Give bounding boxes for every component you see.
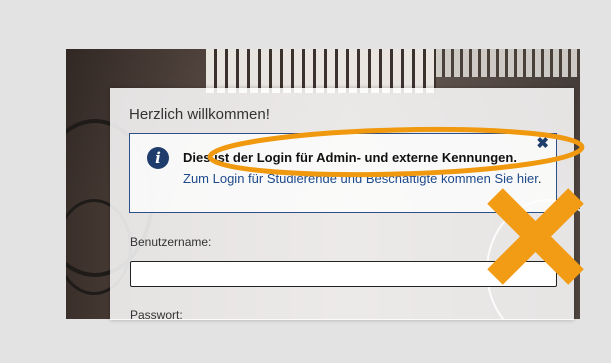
background-window-blinds-right — [436, 49, 580, 77]
password-label: Passwort: — [130, 308, 183, 320]
username-label: Benutzername: — [130, 235, 212, 249]
welcome-heading: Herzlich willkommen! — [129, 106, 270, 123]
login-panel: Herzlich willkommen! i ✖ Dies ist der Lo… — [110, 88, 574, 320]
info-message: Dies ist der Login für Admin- und extern… — [183, 150, 517, 165]
info-link-paragraph: Zum Login für Studierende und Beschäftig… — [183, 169, 543, 188]
info-box: i ✖ Dies ist der Login für Admin- und ex… — [129, 133, 557, 213]
info-icon: i — [147, 147, 169, 169]
info-link-suffix: . — [537, 171, 542, 186]
username-input[interactable] — [130, 261, 557, 287]
employee-login-link[interactable]: Zum Login für Studierende und Beschäftig… — [183, 171, 538, 186]
background-window-blinds — [206, 49, 436, 93]
